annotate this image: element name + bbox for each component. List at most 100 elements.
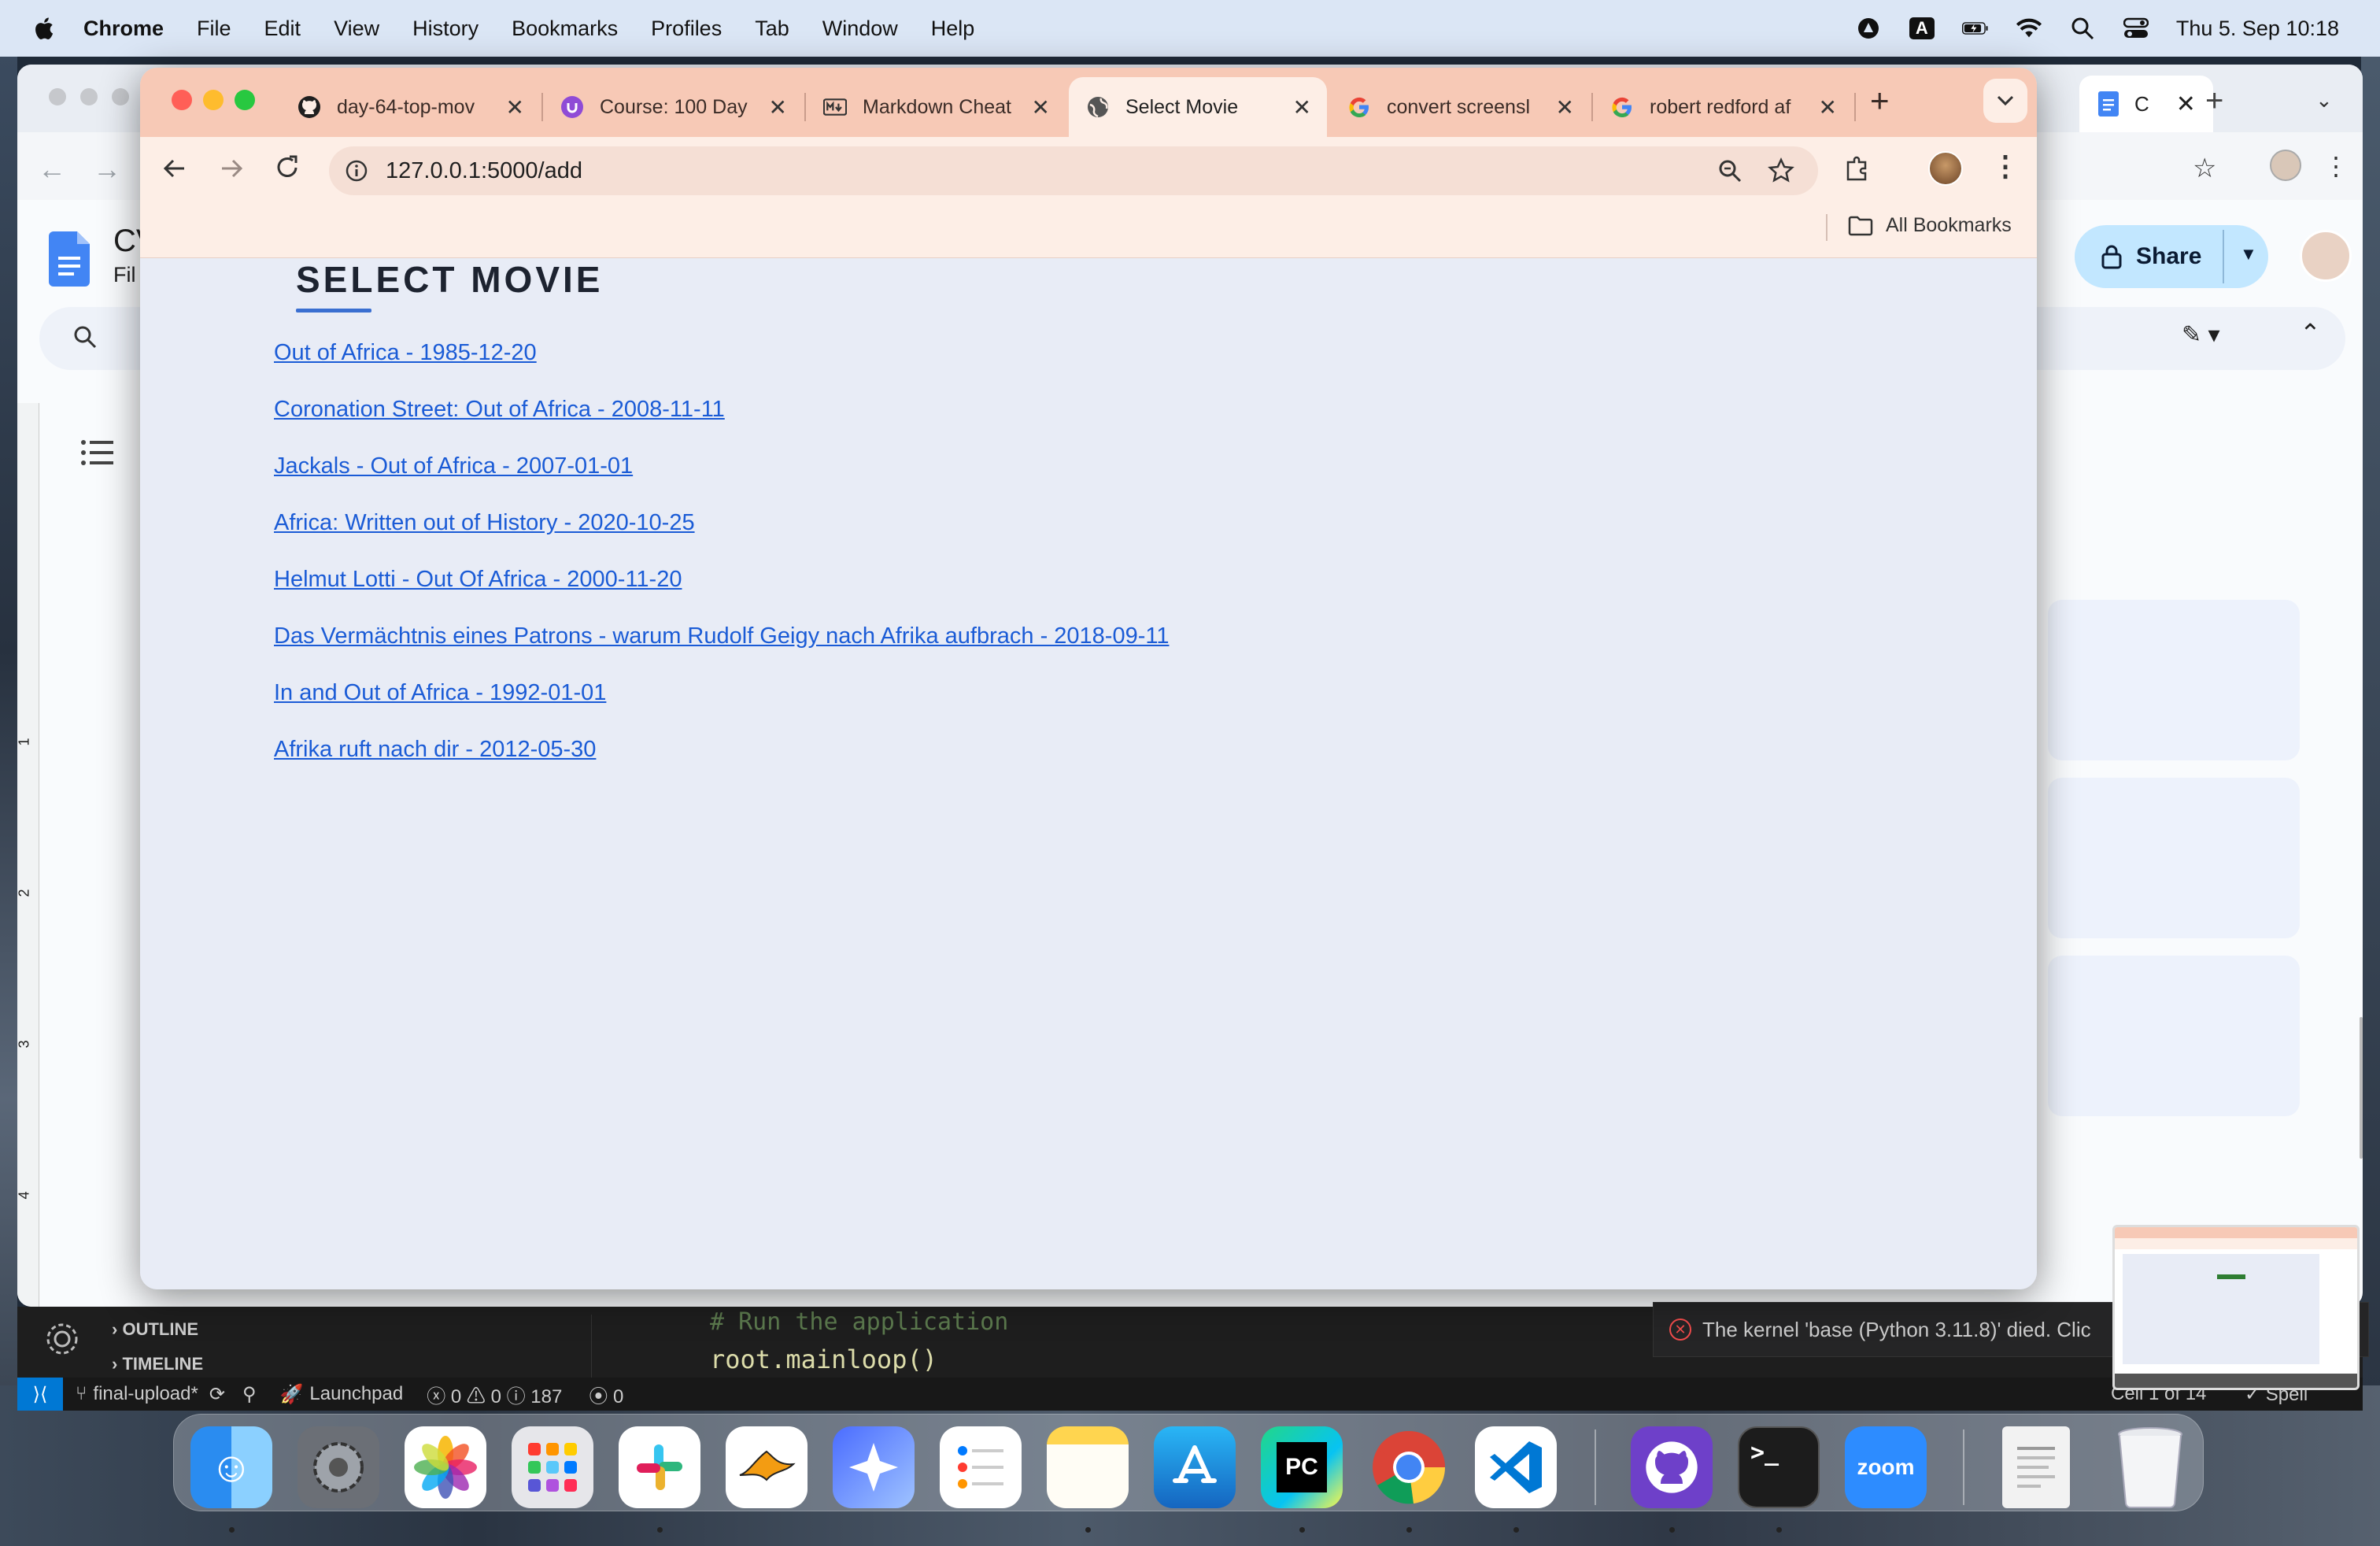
terminal-icon[interactable]: >_: [1738, 1426, 1820, 1508]
docs-window-minimize[interactable]: [80, 88, 98, 105]
docs-side-card[interactable]: [2048, 956, 2300, 1116]
tab-google-robert-redford[interactable]: robert redford af ✕: [1593, 77, 1853, 137]
code-line[interactable]: root.mainloop(): [710, 1344, 937, 1374]
tab-search-button[interactable]: [1983, 79, 2027, 123]
google-docs-logo-icon[interactable]: [49, 231, 90, 287]
menu-view[interactable]: View: [334, 17, 379, 41]
remote-indicator-icon[interactable]: ⟩⟨: [17, 1378, 63, 1411]
apple-icon[interactable]: [31, 16, 55, 41]
address-bar[interactable]: 127.0.0.1:5000/add: [329, 146, 1818, 195]
settings-gear-icon[interactable]: [44, 1321, 80, 1357]
control-center-icon[interactable]: [2123, 17, 2149, 40]
documents-stack-icon[interactable]: [2002, 1426, 2070, 1508]
bookmark-star-icon[interactable]: [1768, 157, 1794, 184]
menu-app-name[interactable]: Chrome: [83, 17, 164, 41]
notes-icon[interactable]: [1047, 1426, 1129, 1508]
wifi-icon[interactable]: [2016, 17, 2042, 40]
branch-name[interactable]: final-upload*: [93, 1383, 198, 1405]
pycharm-icon[interactable]: PC: [1261, 1426, 1343, 1508]
photos-icon[interactable]: [405, 1426, 486, 1508]
window-minimize-button[interactable]: [203, 90, 224, 110]
docs-bookmark-star-icon[interactable]: ☆: [2193, 153, 2216, 184]
chrome-menu-icon[interactable]: ⋮: [1991, 150, 2020, 183]
tab-close-icon[interactable]: ✕: [1556, 94, 1574, 120]
docs-forward-icon[interactable]: →: [93, 153, 121, 186]
docs-new-tab-icon[interactable]: +: [2205, 83, 2223, 119]
docs-collapse-icon[interactable]: ⌃: [2300, 318, 2321, 348]
menu-profiles[interactable]: Profiles: [651, 17, 722, 41]
site-info-icon[interactable]: [345, 159, 368, 183]
new-tab-button[interactable]: +: [1870, 82, 1890, 120]
menu-history[interactable]: History: [412, 17, 479, 41]
battery-icon[interactable]: [1961, 17, 1989, 40]
tab-markdown-cheatsheet[interactable]: Markdown Cheat ✕: [806, 77, 1066, 137]
docs-profile-avatar[interactable]: [2270, 150, 2301, 181]
docs-side-card[interactable]: [2048, 600, 2300, 760]
outline-section[interactable]: › OUTLINE: [112, 1319, 198, 1340]
forward-arrow-icon[interactable]: [219, 156, 244, 181]
tab-close-icon[interactable]: ✕: [506, 94, 524, 120]
extensions-puzzle-icon[interactable]: [1843, 154, 1872, 183]
movie-link[interactable]: Das Vermächtnis eines Patrons - warum Ru…: [274, 623, 1169, 649]
tab-close-icon[interactable]: ✕: [1819, 94, 1837, 120]
movie-link[interactable]: Afrika ruft nach dir - 2012-05-30: [274, 737, 596, 763]
system-settings-icon[interactable]: [298, 1426, 379, 1508]
menu-help[interactable]: Help: [931, 17, 975, 41]
rocket-status-icon[interactable]: [1855, 17, 1882, 40]
tab-select-movie[interactable]: Select Movie ✕: [1069, 77, 1327, 137]
movie-link[interactable]: Coronation Street: Out of Africa - 2008-…: [274, 397, 725, 423]
reminders-icon[interactable]: [940, 1426, 1022, 1508]
zoom-icon[interactable]: zoom: [1845, 1426, 1927, 1508]
docs-scrollbar[interactable]: [2360, 1017, 2363, 1159]
menubar-clock[interactable]: Thu 5. Sep 10:18: [2176, 17, 2339, 41]
docs-account-avatar[interactable]: [2300, 230, 2352, 282]
tab-google-convert-screenshot[interactable]: convert screensl ✕: [1330, 77, 1590, 137]
menu-bookmarks[interactable]: Bookmarks: [512, 17, 618, 41]
spark-mail-icon[interactable]: [833, 1426, 915, 1508]
movie-link[interactable]: In and Out of Africa - 1992-01-01: [274, 680, 606, 706]
chrome-icon[interactable]: [1368, 1426, 1450, 1508]
menu-edit[interactable]: Edit: [264, 17, 301, 41]
docs-window-close[interactable]: [49, 88, 66, 105]
docs-tab-close-icon[interactable]: ✕: [2176, 91, 2196, 118]
movie-link[interactable]: Africa: Written out of History - 2020-10…: [274, 510, 695, 536]
launchpad-label[interactable]: Launchpad: [309, 1383, 403, 1405]
tab-github[interactable]: day-64-top-mov ✕: [280, 77, 540, 137]
tab-udemy-course[interactable]: Course: 100 Day ✕: [543, 77, 803, 137]
share-button[interactable]: Share ▼: [2075, 225, 2268, 288]
screenshot-thumbnail[interactable]: [2112, 1225, 2360, 1390]
menu-file[interactable]: File: [197, 17, 231, 41]
back-arrow-icon[interactable]: [162, 156, 187, 181]
app-store-icon[interactable]: [1154, 1426, 1236, 1508]
docs-side-card[interactable]: [2048, 778, 2300, 938]
document-outline-icon[interactable]: [80, 439, 113, 470]
vscode-icon[interactable]: [1475, 1426, 1557, 1508]
tab-close-icon[interactable]: ✕: [769, 94, 787, 120]
tab-close-icon[interactable]: ✕: [1032, 94, 1050, 120]
docs-active-tab[interactable]: C ✕: [2079, 76, 2213, 132]
window-zoom-button[interactable]: [235, 90, 255, 110]
movie-link[interactable]: Jackals - Out of Africa - 2007-01-01: [274, 453, 633, 479]
profile-avatar[interactable]: [1928, 151, 1963, 186]
slack-icon[interactable]: [619, 1426, 700, 1508]
tab-close-icon[interactable]: ✕: [1293, 94, 1311, 120]
share-dropdown-icon[interactable]: ▼: [2240, 244, 2257, 264]
url-text[interactable]: 127.0.0.1:5000/add: [386, 158, 582, 184]
xmind-icon[interactable]: [726, 1426, 808, 1508]
launchpad-icon[interactable]: [512, 1426, 593, 1508]
docs-tab-list-icon[interactable]: ⌄: [2315, 88, 2333, 113]
docs-window-zoom[interactable]: [112, 88, 129, 105]
problems-icon[interactable]: ⓧ 0 ⚠ 0 ⓘ 187: [427, 1381, 562, 1408]
docs-search-menus-icon[interactable]: [72, 324, 98, 350]
github-desktop-icon[interactable]: [1631, 1426, 1713, 1508]
window-close-button[interactable]: [172, 90, 192, 110]
movie-link[interactable]: Helmut Lotti - Out Of Africa - 2000-11-2…: [274, 567, 682, 593]
trash-icon[interactable]: [2109, 1426, 2191, 1508]
input-source-icon[interactable]: A: [1909, 17, 1935, 40]
menu-tab[interactable]: Tab: [755, 17, 789, 41]
timeline-section[interactable]: › TIMELINE: [112, 1354, 203, 1374]
menu-window[interactable]: Window: [822, 17, 898, 41]
all-bookmarks-button[interactable]: All Bookmarks: [1848, 214, 2012, 237]
git-graph-icon[interactable]: ⚲: [242, 1383, 257, 1406]
movie-link[interactable]: Out of Africa - 1985-12-20: [274, 340, 537, 366]
